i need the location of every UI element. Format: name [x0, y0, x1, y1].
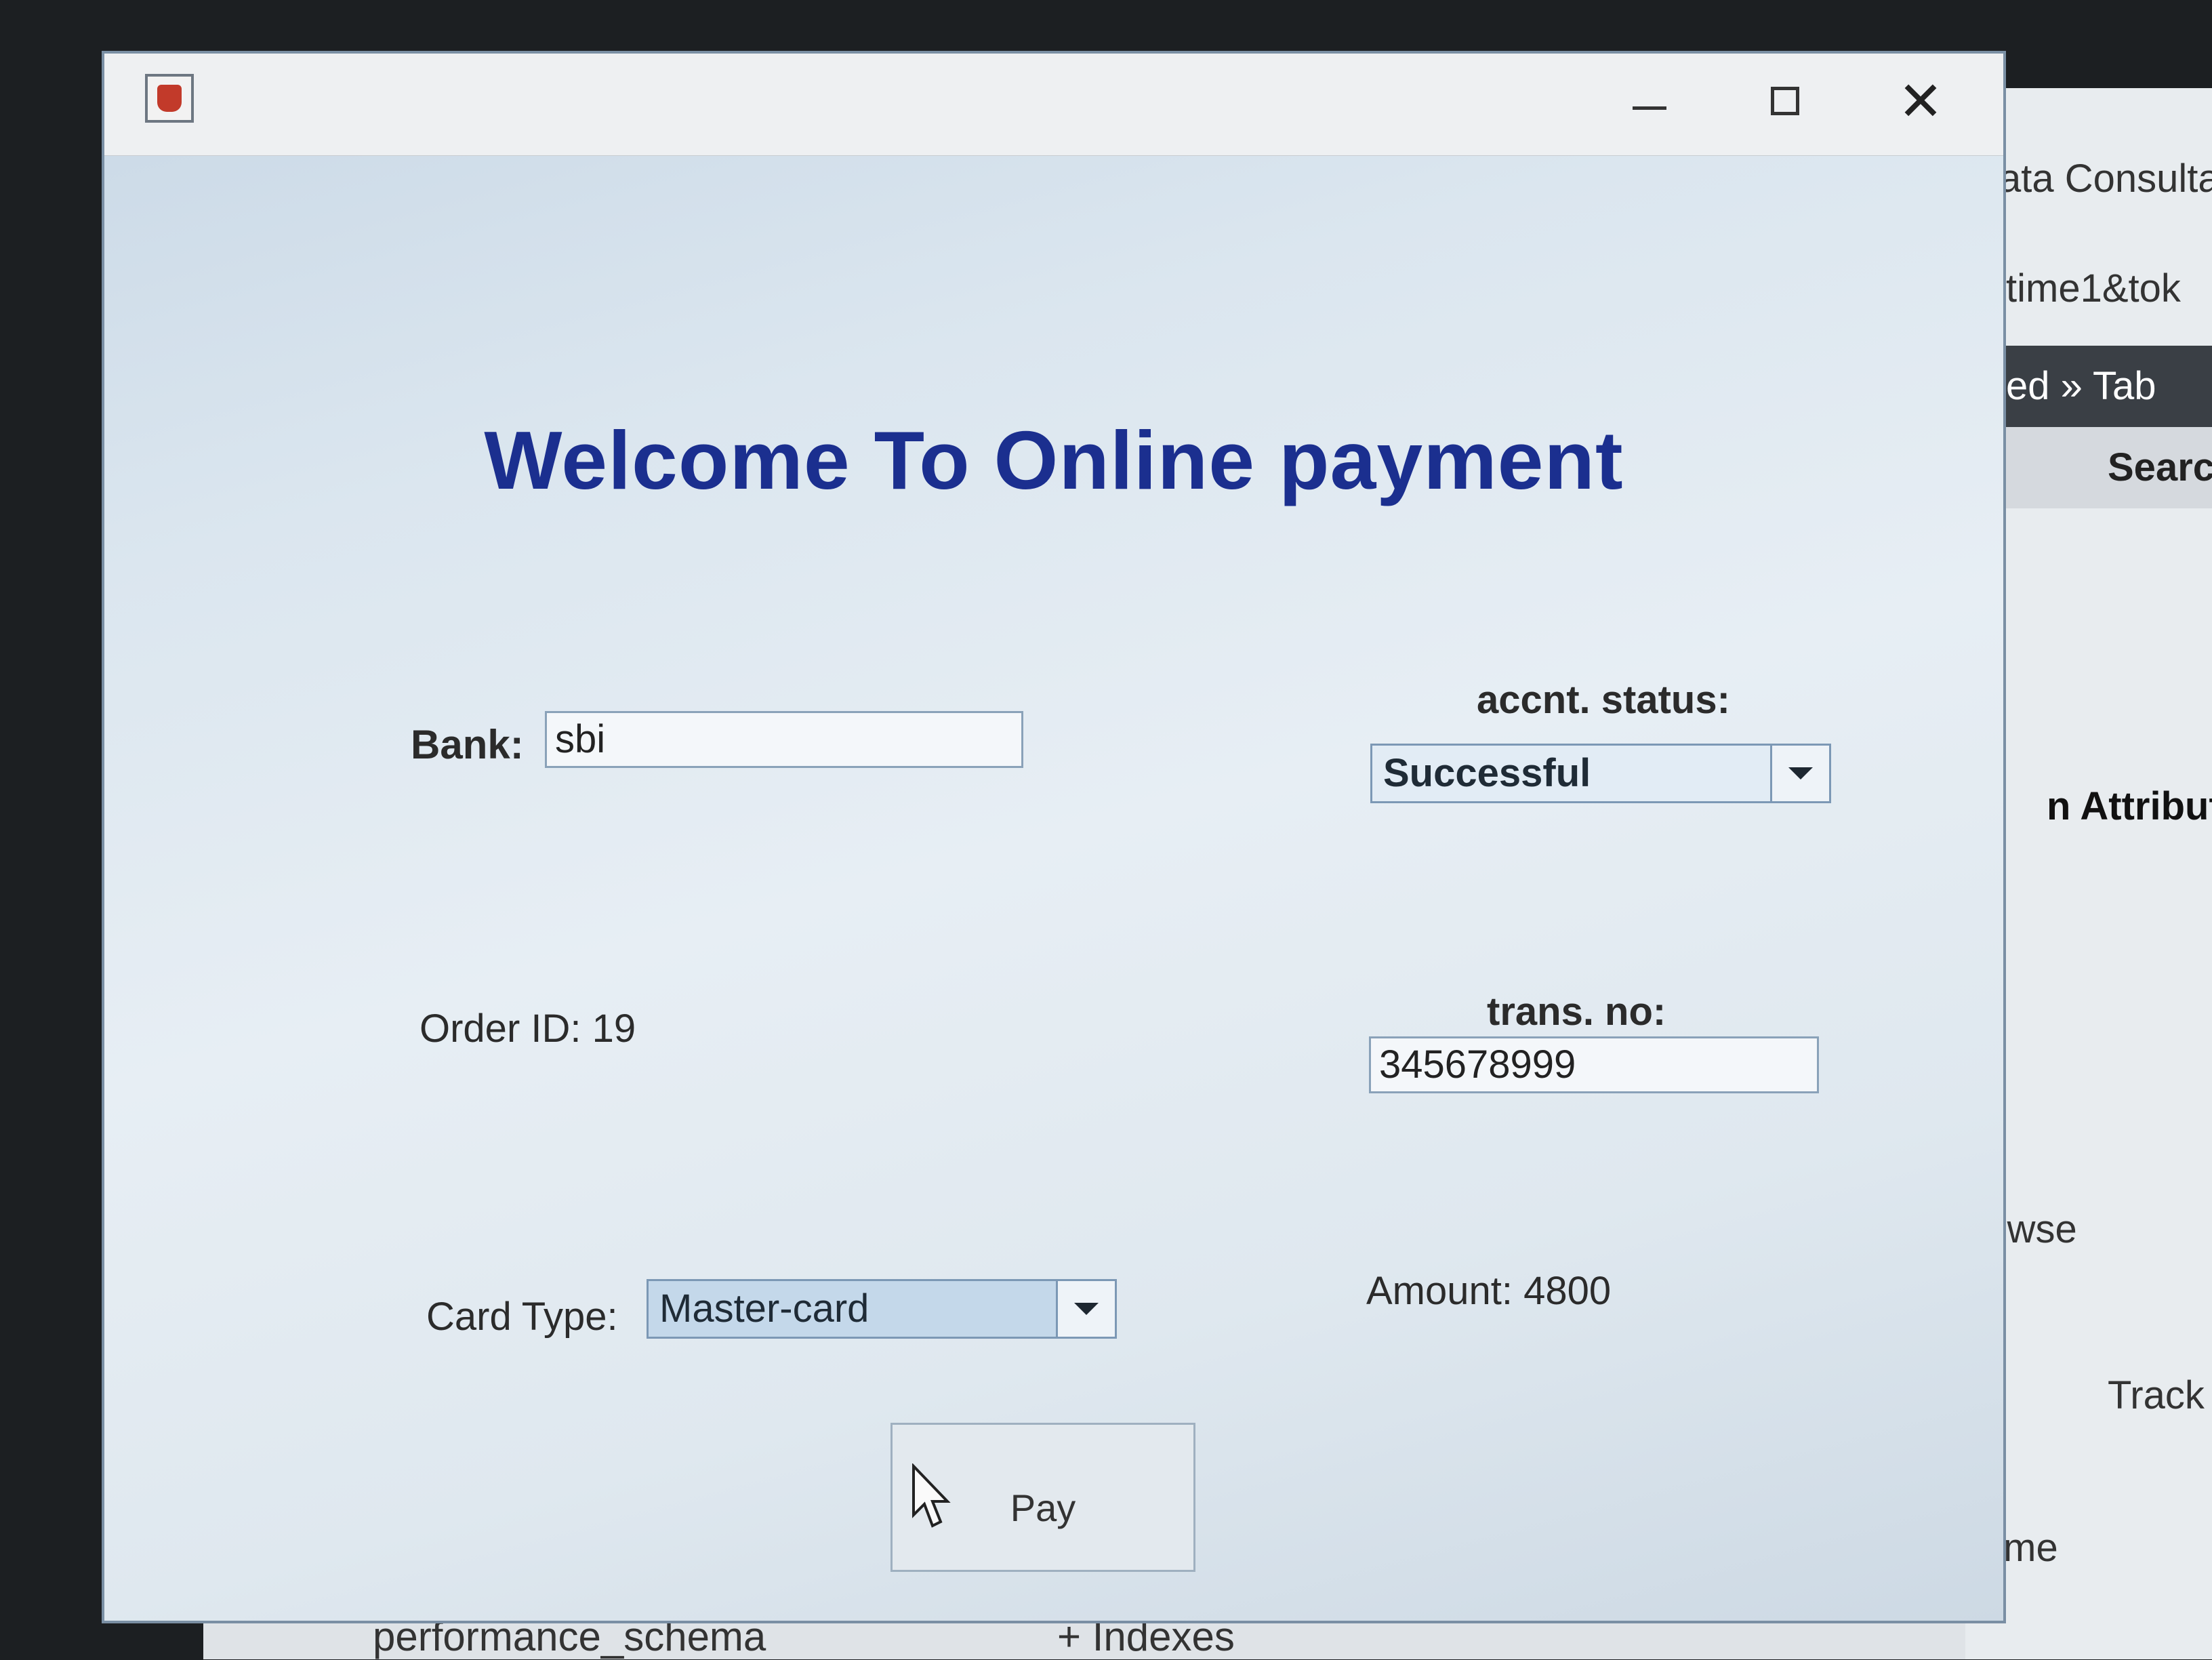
status-value: Successful	[1383, 751, 1591, 795]
card-type-select[interactable]: Master-card	[647, 1279, 1117, 1339]
payment-dialog: ✕ Welcome To Online payment Bank: sbi ac…	[102, 51, 2006, 1623]
page-title: Welcome To Online payment	[484, 414, 1624, 506]
status-label: accnt. status:	[1477, 678, 1730, 722]
maximize-button[interactable]	[1744, 67, 1826, 135]
bank-label: Bank:	[411, 722, 524, 767]
card-type-value: Master-card	[659, 1287, 869, 1331]
chevron-down-icon[interactable]	[1770, 746, 1829, 801]
status-select[interactable]: Successful	[1370, 744, 1831, 803]
java-icon	[145, 74, 194, 123]
cursor-icon	[912, 1463, 951, 1528]
trans-no-label: trans. no:	[1487, 990, 1666, 1034]
close-button[interactable]: ✕	[1880, 67, 1961, 135]
chevron-down-icon[interactable]	[1056, 1281, 1115, 1337]
trans-no-input[interactable]: 345678999	[1369, 1036, 1819, 1093]
card-type-label: Card Type:	[426, 1295, 618, 1339]
amount-label: Amount: 4800	[1366, 1269, 1612, 1313]
order-id-label: Order ID: 19	[419, 1007, 636, 1051]
minimize-button[interactable]	[1609, 67, 1690, 135]
bank-input[interactable]: sbi	[545, 711, 1023, 768]
title-bar: ✕	[104, 54, 2003, 156]
